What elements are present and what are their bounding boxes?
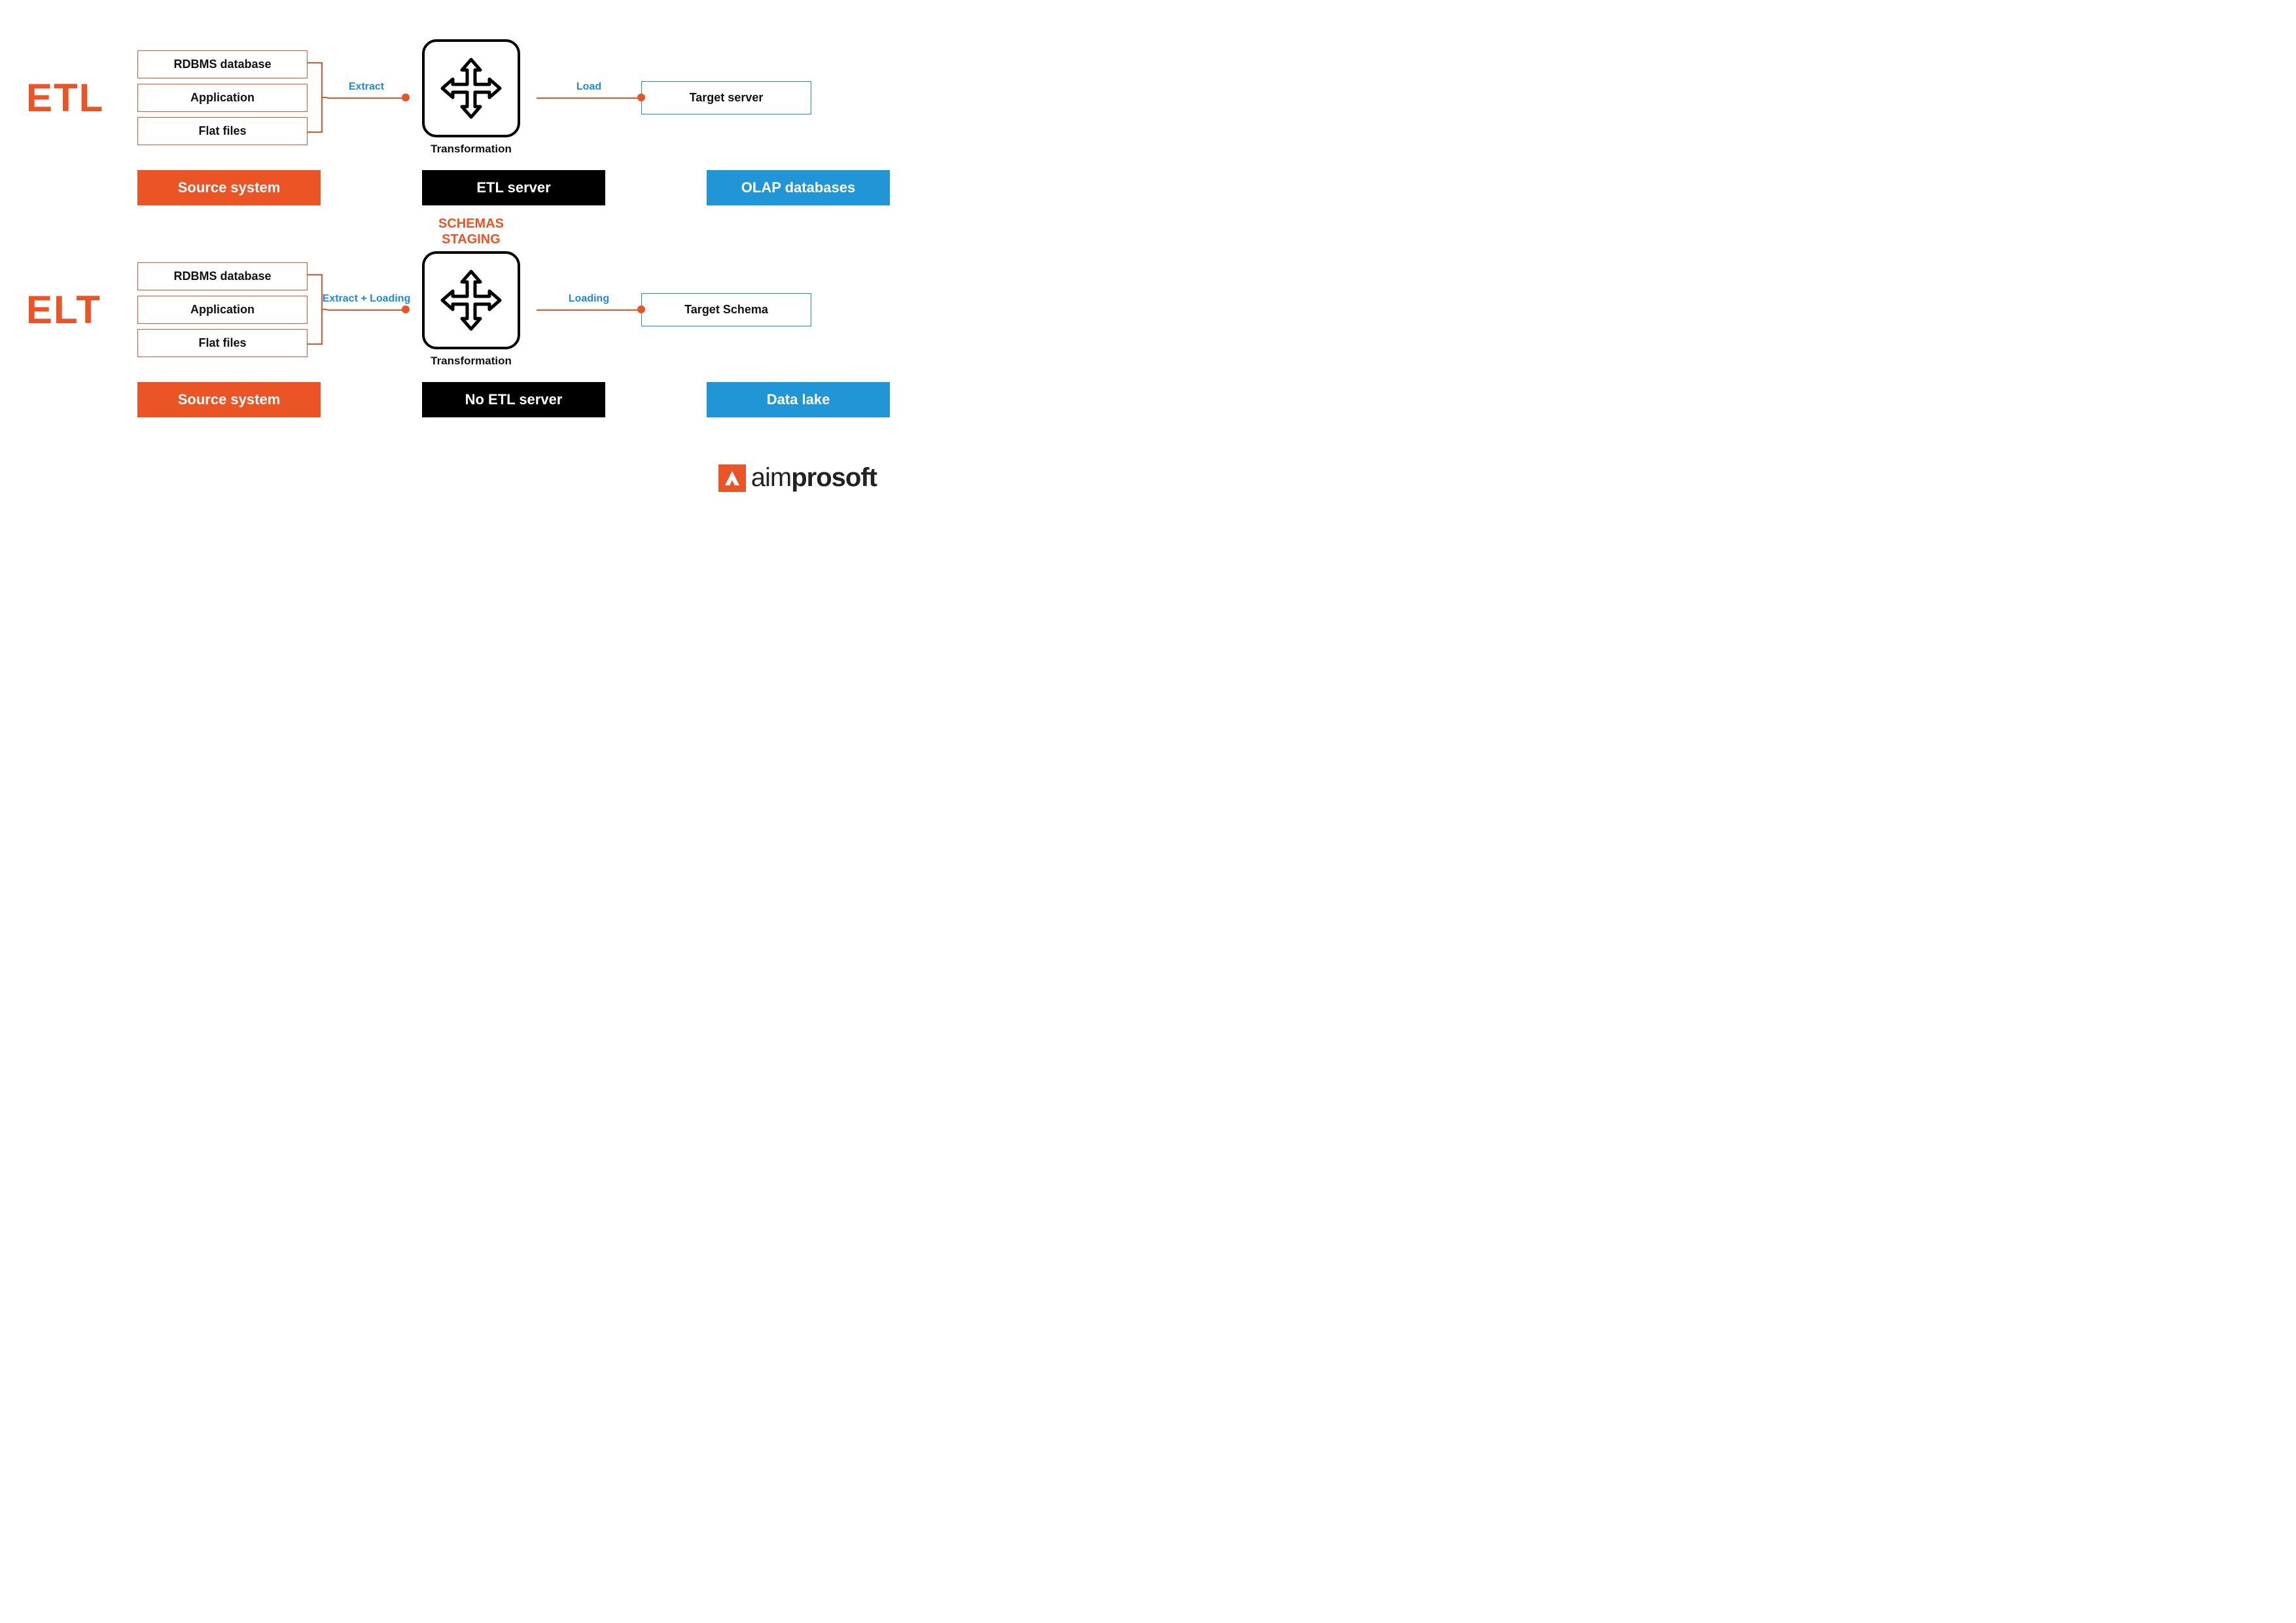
elt-connector-loading: Loading — [537, 309, 641, 310]
etl-transformation-block: Transformation — [406, 39, 537, 156]
logo-mark-icon — [718, 464, 746, 492]
elt-conn1-label: Extract + Loading — [323, 293, 411, 305]
etl-title-col: ETL — [26, 75, 137, 120]
elt-source-rdbms: RDBMS database — [137, 262, 308, 290]
etl-source-rdbms: RDBMS database — [137, 50, 308, 79]
elt-bracket — [308, 260, 327, 358]
arrows-cross-icon — [438, 56, 504, 121]
elt-flow-row: ELT RDBMS database Application Flat file… — [26, 251, 890, 368]
etl-target-box: Target server — [641, 81, 811, 114]
etl-source-flat-files: Flat files — [137, 117, 308, 145]
elt-title: ELT — [26, 287, 137, 332]
logo-row: aimprosoft — [26, 463, 890, 493]
etl-label-source: Source system — [137, 170, 321, 205]
elt-center-header-line1: SCHEMAS — [438, 217, 504, 231]
etl-labels-row: Source system ETL server OLAP databases — [26, 170, 890, 205]
elt-transformation-block: SCHEMAS STAGING Transformation — [406, 251, 537, 368]
elt-conn2-label: Loading — [569, 293, 609, 305]
elt-sources: RDBMS database Application Flat files — [137, 262, 308, 357]
elt-center-sub: Transformation — [431, 355, 512, 368]
elt-label-target: Data lake — [707, 382, 890, 417]
elt-target: Target Schema — [641, 293, 811, 326]
etl-conn2-label: Load — [576, 81, 601, 93]
etl-section: ETL RDBMS database Application Flat file… — [26, 39, 890, 205]
elt-labels-row: Source system No ETL server Data lake — [26, 382, 890, 417]
etl-connector-load: Load — [537, 97, 641, 98]
etl-transformation-icon-box — [422, 39, 520, 137]
etl-target: Target server — [641, 81, 811, 114]
etl-title: ETL — [26, 75, 137, 120]
etl-conn1-label: Extract — [349, 81, 384, 93]
logo-text: aimprosoft — [751, 463, 877, 493]
etl-label-target: OLAP databases — [707, 170, 890, 205]
elt-section: ELT RDBMS database Application Flat file… — [26, 251, 890, 417]
etl-flow-row: ETL RDBMS database Application Flat file… — [26, 39, 890, 156]
etl-connector-extract: Extract — [327, 97, 406, 98]
elt-source-flat-files: Flat files — [137, 329, 308, 357]
etl-center-sub: Transformation — [431, 143, 512, 156]
etl-source-application: Application — [137, 84, 308, 112]
elt-connector-extract-load: Extract + Loading — [327, 309, 406, 310]
elt-target-box: Target Schema — [641, 293, 811, 326]
aimprosoft-logo: aimprosoft — [718, 463, 877, 493]
elt-center-header-line2: STAGING — [442, 232, 501, 247]
elt-transformation-icon-box — [422, 251, 520, 349]
elt-center-header: SCHEMAS STAGING — [438, 216, 504, 247]
elt-source-application: Application — [137, 296, 308, 324]
logo-text-bold: prosoft — [791, 463, 877, 492]
logo-text-pre: aim — [751, 463, 791, 492]
elt-label-source: Source system — [137, 382, 321, 417]
etl-sources: RDBMS database Application Flat files — [137, 50, 308, 145]
arrows-cross-icon — [438, 268, 504, 333]
elt-label-server: No ETL server — [422, 382, 605, 417]
etl-bracket — [308, 48, 327, 147]
elt-title-col: ELT — [26, 287, 137, 332]
etl-label-server: ETL server — [422, 170, 605, 205]
